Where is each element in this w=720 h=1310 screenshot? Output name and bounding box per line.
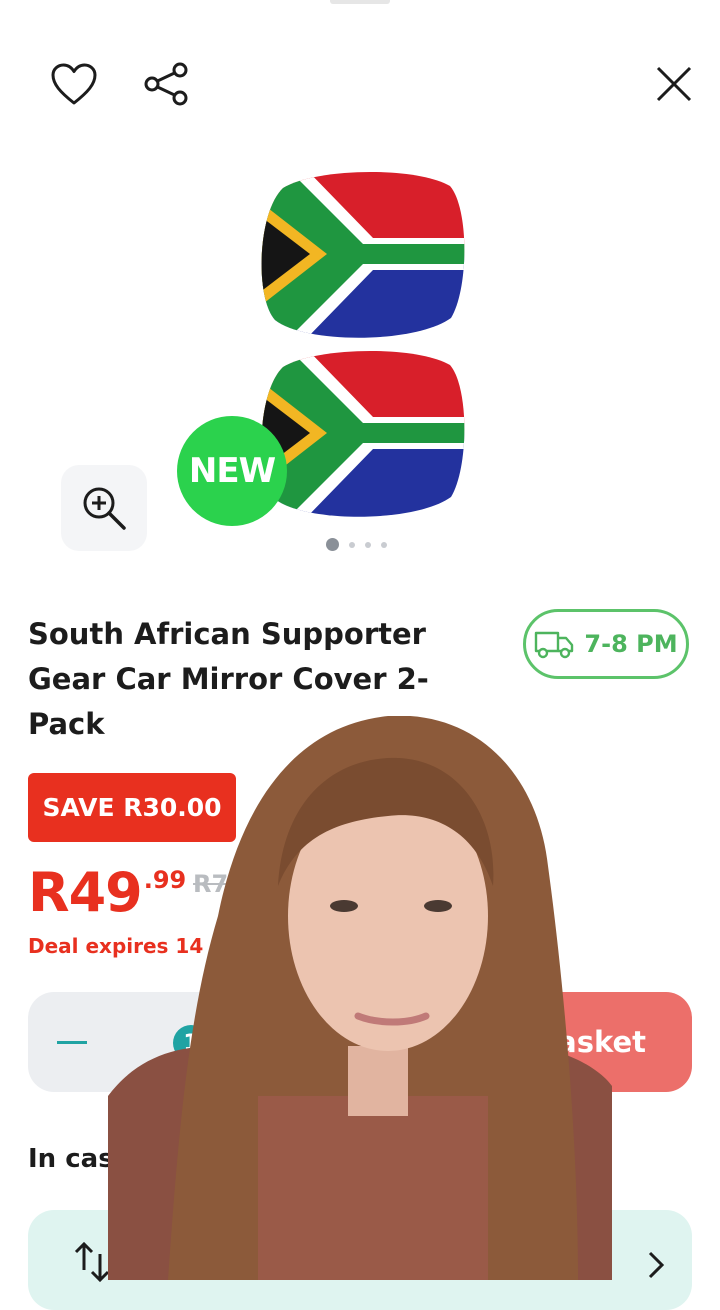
close-button[interactable] — [646, 56, 702, 112]
close-icon — [656, 66, 692, 102]
sheet-handle[interactable] — [330, 0, 390, 4]
zoom-button[interactable] — [61, 465, 147, 551]
presenter-video-overlay — [108, 716, 612, 1280]
favourite-button[interactable] — [46, 56, 102, 112]
page-dot[interactable] — [349, 541, 355, 548]
heart-icon — [51, 63, 97, 105]
minus-icon — [57, 1040, 87, 1044]
delivery-truck-icon — [535, 631, 574, 659]
zoom-in-icon — [83, 487, 126, 530]
share-icon — [144, 62, 188, 106]
flag-image — [261, 171, 465, 338]
new-badge: NEW — [177, 416, 287, 526]
share-button[interactable] — [138, 56, 194, 112]
sort-arrows-icon — [74, 1241, 110, 1283]
gallery-pagination — [326, 538, 387, 551]
delivery-time-badge[interactable]: 7-8 PM — [523, 609, 689, 679]
page-dot[interactable] — [381, 541, 387, 548]
decrease-quantity-button[interactable] — [50, 1028, 94, 1056]
page-dot[interactable] — [365, 541, 371, 548]
page-dot[interactable] — [326, 538, 339, 551]
flag-image — [261, 350, 465, 517]
delivery-time: 7-8 PM — [584, 630, 678, 658]
chevron-right-icon — [648, 1251, 665, 1279]
